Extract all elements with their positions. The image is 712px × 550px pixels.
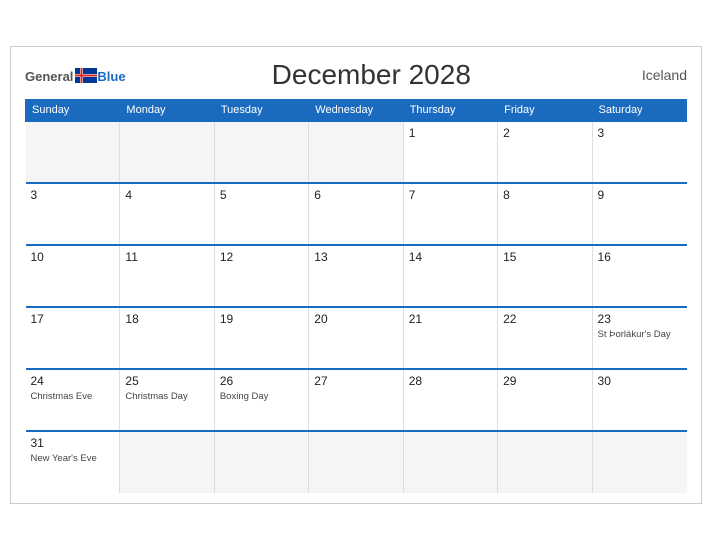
calendar-header: General Blue December 2028 Iceland [25, 59, 687, 91]
logo-general-text: General [25, 70, 73, 83]
table-row [309, 431, 403, 493]
day-number: 14 [409, 250, 492, 264]
table-row: 24 Christmas Eve [26, 369, 120, 431]
day-number: 30 [598, 374, 682, 388]
table-row: 18 [120, 307, 214, 369]
table-row: 16 [592, 245, 686, 307]
day-number: 17 [31, 312, 115, 326]
day-number: 7 [409, 188, 492, 202]
day-number: 3 [31, 188, 115, 202]
day-number: 20 [314, 312, 397, 326]
table-row: 20 [309, 307, 403, 369]
day-number: 3 [598, 126, 682, 140]
col-monday: Monday [120, 100, 214, 122]
table-row [498, 431, 592, 493]
table-row: 3 [592, 121, 686, 183]
country-label: Iceland [617, 67, 687, 83]
day-number: 27 [314, 374, 397, 388]
table-row: 19 [214, 307, 308, 369]
table-row [592, 431, 686, 493]
table-row: 12 [214, 245, 308, 307]
table-row: 13 [309, 245, 403, 307]
holiday-label: New Year's Eve [31, 453, 97, 464]
day-number: 26 [220, 374, 303, 388]
table-row: 15 [498, 245, 592, 307]
col-friday: Friday [498, 100, 592, 122]
day-number: 15 [503, 250, 586, 264]
holiday-label: Christmas Eve [31, 391, 93, 402]
day-number: 5 [220, 188, 303, 202]
calendar-title: December 2028 [126, 59, 617, 91]
holiday-label: Boxing Day [220, 391, 269, 402]
day-number: 11 [125, 250, 208, 264]
day-number: 16 [598, 250, 682, 264]
day-number: 10 [31, 250, 115, 264]
table-row: 21 [403, 307, 497, 369]
col-wednesday: Wednesday [309, 100, 403, 122]
table-row: 7 [403, 183, 497, 245]
day-number: 8 [503, 188, 586, 202]
table-row: 30 [592, 369, 686, 431]
table-row [120, 431, 214, 493]
table-row [214, 121, 308, 183]
col-saturday: Saturday [592, 100, 686, 122]
table-row: 10 [26, 245, 120, 307]
holiday-label: Christmas Day [125, 391, 187, 402]
table-row: 9 [592, 183, 686, 245]
col-thursday: Thursday [403, 100, 497, 122]
day-number: 1 [409, 126, 492, 140]
day-number: 4 [125, 188, 208, 202]
calendar-header-row: Sunday Monday Tuesday Wednesday Thursday… [26, 100, 687, 122]
table-row: 5 [214, 183, 308, 245]
table-row: 25 Christmas Day [120, 369, 214, 431]
logo: General Blue [25, 68, 126, 83]
day-number: 23 [598, 312, 682, 326]
table-row [309, 121, 403, 183]
table-row: 23 St Þorlákur's Day [592, 307, 686, 369]
day-number: 13 [314, 250, 397, 264]
day-number: 24 [31, 374, 115, 388]
table-row: 8 [498, 183, 592, 245]
day-number: 6 [314, 188, 397, 202]
table-row: 27 [309, 369, 403, 431]
day-number: 22 [503, 312, 586, 326]
table-row: 1 [403, 121, 497, 183]
table-row: 26 Boxing Day [214, 369, 308, 431]
table-row: 4 [120, 183, 214, 245]
day-number: 21 [409, 312, 492, 326]
day-number: 9 [598, 188, 682, 202]
table-row: 29 [498, 369, 592, 431]
col-tuesday: Tuesday [214, 100, 308, 122]
table-row [403, 431, 497, 493]
table-row: 31 New Year's Eve [26, 431, 120, 493]
table-row: 11 [120, 245, 214, 307]
day-number: 31 [31, 436, 115, 450]
day-number: 28 [409, 374, 492, 388]
calendar-body: 12334567891011121314151617181920212223St… [26, 121, 687, 493]
table-row: 28 [403, 369, 497, 431]
table-row: 6 [309, 183, 403, 245]
table-row: 22 [498, 307, 592, 369]
calendar-table: Sunday Monday Tuesday Wednesday Thursday… [25, 99, 687, 493]
day-number: 29 [503, 374, 586, 388]
logo-flag-icon [75, 68, 97, 83]
day-number: 12 [220, 250, 303, 264]
table-row: 17 [26, 307, 120, 369]
table-row: 2 [498, 121, 592, 183]
col-sunday: Sunday [26, 100, 120, 122]
day-number: 25 [125, 374, 208, 388]
table-row: 14 [403, 245, 497, 307]
day-number: 18 [125, 312, 208, 326]
calendar-container: General Blue December 2028 Iceland Sunda… [10, 46, 702, 504]
day-number: 19 [220, 312, 303, 326]
table-row [26, 121, 120, 183]
table-row [214, 431, 308, 493]
day-number: 2 [503, 126, 586, 140]
table-row [120, 121, 214, 183]
holiday-label: St Þorlákur's Day [598, 329, 671, 340]
logo-blue-text: Blue [97, 70, 125, 83]
table-row: 3 [26, 183, 120, 245]
